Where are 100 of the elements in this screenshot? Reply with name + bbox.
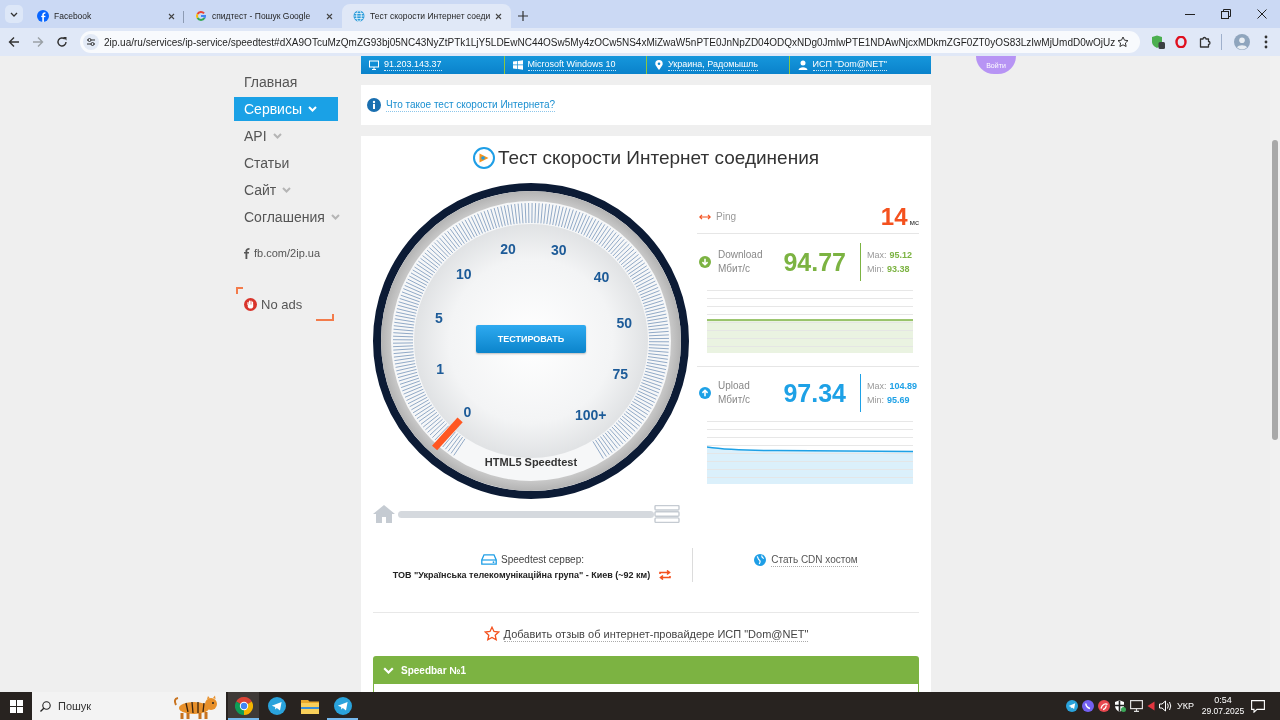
server-label: Speedtest сервер: — [500, 554, 584, 565]
phone-bubble-icon[interactable] — [1082, 700, 1095, 712]
reload-icon[interactable] — [56, 36, 68, 48]
paper-plane-icon[interactable] — [1066, 700, 1079, 712]
info-bar-link[interactable]: Microsoft Windows 10 — [527, 59, 616, 71]
server-name: ТОВ "Українська телекомунікаційна група" - Киев (~92 км) — [392, 569, 651, 580]
page-title: Тест скорости Интернет соединения — [497, 147, 820, 169]
restore-icon[interactable] — [1221, 9, 1231, 19]
gauge-scale-label: 5 — [434, 310, 443, 326]
unit-label: Мбит/с — [718, 393, 750, 407]
info-icon — [367, 98, 381, 112]
nav-item[interactable]: Сайт — [234, 178, 338, 202]
close-icon[interactable] — [495, 12, 503, 20]
star-icon — [483, 626, 500, 642]
paper-plane-icon — [267, 697, 286, 715]
monitor-icon — [369, 60, 379, 70]
min-value: 95.69 — [887, 395, 910, 405]
max-label: Max: — [867, 250, 887, 260]
help-link[interactable]: Что такое тест скорости Интернета? — [386, 98, 556, 112]
nav-item[interactable]: Соглашения — [234, 205, 338, 229]
max-label: Max: — [867, 381, 887, 391]
server-icon — [654, 505, 680, 523]
back-icon[interactable] — [8, 36, 20, 48]
info-bar-link[interactable]: 91.203.143.37 — [384, 59, 442, 71]
drive-icon — [480, 554, 497, 565]
result-label: Download — [718, 248, 763, 262]
clock-date[interactable]: 29.07.2025 — [1201, 706, 1245, 717]
speed-value: 94.77 — [783, 247, 846, 277]
nav-item[interactable]: Статьи — [234, 151, 338, 175]
pin-icon — [655, 60, 663, 70]
min-label: Min: — [867, 395, 884, 405]
clock-time[interactable]: 0:54 — [1214, 695, 1232, 706]
swirl-circle-icon[interactable] — [1098, 700, 1111, 712]
taskbar-app[interactable] — [228, 692, 259, 720]
browser-tab[interactable]: Тест скорости Интернет соеди — [342, 4, 512, 28]
hand-circle-icon — [244, 297, 257, 311]
notification-icon[interactable] — [1251, 699, 1265, 713]
scrollbar-thumb[interactable] — [1272, 140, 1278, 440]
shield-badge-icon[interactable] — [1151, 35, 1165, 49]
menu-icon[interactable] — [1264, 35, 1268, 49]
info-bar-link[interactable]: ИСП "Dom@NET" — [812, 59, 887, 71]
browser-tab[interactable]: спидтест - Пошук Google — [184, 4, 342, 28]
speaker-icon[interactable] — [1159, 700, 1174, 712]
globe-icon — [754, 554, 767, 566]
paper-plane-icon — [333, 697, 352, 715]
max-value: 104.89 — [889, 381, 918, 391]
ring-icon[interactable] — [1175, 36, 1187, 48]
no-ads-label[interactable]: No ads — [261, 296, 303, 312]
triangle-icon[interactable] — [1147, 701, 1156, 711]
gauge-caption: HTML5 Speedtest — [484, 456, 578, 468]
plus-icon[interactable] — [518, 11, 529, 21]
close-icon[interactable] — [326, 12, 333, 20]
play-circle-icon — [472, 147, 495, 169]
gauge-scale-label: 1 — [436, 360, 445, 377]
min-label: Min: — [867, 264, 884, 274]
swap-icon[interactable] — [658, 569, 673, 580]
chevron-down-icon — [383, 666, 394, 674]
gauge-scale-label: 20 — [500, 240, 516, 257]
social-link[interactable]: fb.com/2ip.ua — [234, 242, 338, 264]
home-icon — [373, 505, 395, 523]
ping-label: Ping — [716, 211, 736, 222]
language-indicator[interactable]: УКР — [1177, 701, 1194, 711]
browser-tab[interactable]: Facebook — [26, 4, 184, 28]
search-icon — [40, 700, 51, 712]
shield-icon[interactable] — [1114, 700, 1127, 712]
person-icon — [797, 60, 808, 70]
gauge-scale-label: 0 — [463, 403, 472, 420]
folder-icon — [300, 698, 319, 714]
globe-icon — [353, 10, 365, 22]
result-label: Upload — [718, 379, 750, 393]
sliders-icon[interactable] — [83, 34, 99, 50]
search-input[interactable]: Пошук — [58, 698, 158, 714]
f-logo-icon — [244, 247, 250, 259]
max-value: 95.12 — [889, 250, 913, 260]
close-icon[interactable] — [168, 12, 175, 20]
star-icon[interactable] — [1117, 36, 1129, 48]
info-bar-link[interactable]: Украина, Радомышль — [668, 59, 759, 71]
gauge-needle — [432, 417, 463, 451]
gauge-scale-label: 10 — [456, 265, 472, 282]
gauge-scale-label: 30 — [551, 242, 567, 259]
search-bar[interactable]: Пошук — [32, 692, 226, 720]
close-icon[interactable] — [1257, 9, 1267, 19]
cdn-host-link[interactable]: Стать CDN хостом — [771, 553, 858, 567]
speed-value: 97.34 — [783, 378, 846, 408]
nav-item[interactable]: Главная — [234, 70, 338, 94]
gauge-scale-label: 40 — [593, 269, 610, 286]
chevron-down-icon — [10, 11, 18, 17]
review-link[interactable]: Добавить отзыв об интернет-провайдере ИСП "Dom@NET" — [503, 626, 809, 642]
tab-search-button[interactable] — [5, 5, 23, 23]
tricolor-circle-icon — [234, 697, 253, 715]
nav-item[interactable]: API — [234, 124, 338, 148]
address-bar[interactable]: 2ip.ua/ru/services/ip-service/speedtest#dXA9OTcuMzQmZG93bj05NC43NyZtPTk1LjY5LDEwNC44OSw5My4zOCw5NS4xMiZwaW5nPTE0JnNpZD04ODQxNDg0JmlwPTE1NDAwNjcxMDkmZGF0ZT0yOS83LzIwMjUmdD0wOjUz — [80, 31, 1140, 53]
gauge-scale-label: 75 — [612, 365, 629, 382]
unit-label: Мбит/с — [718, 262, 751, 276]
four-panes-icon — [512, 60, 523, 70]
monitor-icon[interactable] — [1130, 700, 1144, 712]
f-circle-icon — [37, 10, 49, 22]
min-value: 93.38 — [887, 264, 910, 274]
puzzle-icon[interactable] — [1199, 36, 1211, 48]
double-arrow-icon — [699, 213, 711, 220]
